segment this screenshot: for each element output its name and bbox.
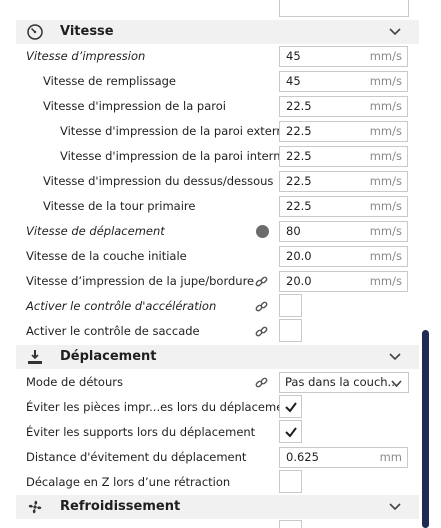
setting-label: Éviter les pièces impr...es lors du dépl… xyxy=(26,400,296,414)
setting-row-infill-speed: Vitesse de remplissage 45 mm/s xyxy=(0,69,420,94)
link-icon[interactable] xyxy=(255,300,268,316)
next-setting-checkbox[interactable] xyxy=(279,520,302,528)
setting-label: Vitesse d’impression de la jupe/bordure xyxy=(26,274,255,288)
chevron-down-icon xyxy=(389,351,401,366)
input-unit: mm/s xyxy=(369,274,402,288)
setting-row-inner-wall-speed: Vitesse d'impression de la paroi interne… xyxy=(0,144,420,169)
setting-label: Distance d'évitement du déplacement xyxy=(26,450,247,464)
setting-label: Vitesse de la tour primaire xyxy=(43,199,196,213)
input-value: 22.5 xyxy=(286,174,312,188)
input-value: 22.5 xyxy=(286,124,312,138)
info-icon[interactable] xyxy=(256,225,269,238)
checkmark-icon xyxy=(285,427,297,438)
section-title-speed: Vitesse xyxy=(60,24,114,39)
section-header-speed[interactable]: Vitesse xyxy=(16,20,419,44)
chevron-down-icon xyxy=(389,26,401,41)
input-value: 0.625 xyxy=(286,450,319,464)
input-unit: mm xyxy=(379,450,402,464)
z-hop-checkbox[interactable] xyxy=(279,470,302,493)
avoid-supports-checkbox[interactable] xyxy=(279,420,302,443)
previous-input-bottom[interactable] xyxy=(279,0,409,17)
input-value: 80 xyxy=(286,224,301,238)
section-title-cooling: Refroidissement xyxy=(60,499,181,514)
input-unit: mm/s xyxy=(369,49,402,63)
setting-label: Vitesse d'impression de la paroi xyxy=(43,99,226,113)
input-value: 22.5 xyxy=(286,99,312,113)
input-unit: mm/s xyxy=(369,224,402,238)
setting-row-z-hop: Décalage en Z lors d’une rétraction xyxy=(0,470,420,495)
setting-label: Mode de détours xyxy=(26,375,123,389)
setting-row-topbottom-speed: Vitesse d'impression du dessus/dessous 2… xyxy=(0,169,420,194)
fan-icon xyxy=(26,498,44,519)
avoid-distance-input[interactable]: 0.625 mm xyxy=(279,447,408,468)
setting-label: Décalage en Z lors d’une rétraction xyxy=(26,475,231,489)
setting-row-travel-speed: Vitesse de déplacement 80 mm/s xyxy=(0,219,420,244)
link-icon[interactable] xyxy=(255,325,268,341)
avoid-printed-parts-checkbox[interactable] xyxy=(279,395,302,418)
section-title-travel: Déplacement xyxy=(60,349,157,364)
setting-row-print-speed: Vitesse d’impression 45 mm/s xyxy=(0,44,420,69)
input-value: 20.0 xyxy=(286,249,312,263)
topbottom-speed-input[interactable]: 22.5 mm/s xyxy=(279,171,408,192)
accel-control-checkbox[interactable] xyxy=(279,294,302,317)
setting-row-avoid-supports: Éviter les supports lors du déplacement xyxy=(0,420,420,445)
input-unit: mm/s xyxy=(369,174,402,188)
speedometer-icon xyxy=(26,23,44,44)
section-header-cooling[interactable]: Refroidissement xyxy=(16,495,419,519)
input-unit: mm/s xyxy=(369,199,402,213)
link-icon[interactable] xyxy=(255,376,268,392)
print-speed-input[interactable]: 45 mm/s xyxy=(279,46,408,67)
setting-label: Vitesse d’impression xyxy=(26,49,146,63)
setting-row-skirt-brim-speed: Vitesse d’impression de la jupe/bordure … xyxy=(0,269,420,294)
setting-row-avoid-distance: Distance d'évitement du déplacement 0.62… xyxy=(0,445,420,470)
input-value: 20.0 xyxy=(286,274,312,288)
initial-layer-speed-input[interactable]: 20.0 mm/s xyxy=(279,246,408,267)
settings-panel: Vitesse Vitesse d’impression 45 mm/s Vite… xyxy=(0,0,441,528)
input-value: 45 xyxy=(286,49,301,63)
select-value: Pas dans la couch... xyxy=(285,375,399,389)
setting-label: Vitesse d'impression de la paroi externe xyxy=(60,124,291,138)
inner-wall-speed-input[interactable]: 22.5 mm/s xyxy=(279,146,408,167)
input-unit: mm/s xyxy=(369,74,402,88)
travel-icon xyxy=(26,348,44,369)
jerk-control-checkbox[interactable] xyxy=(279,319,302,342)
input-value: 22.5 xyxy=(286,199,312,213)
chevron-down-icon xyxy=(391,378,402,392)
setting-row-prime-tower-speed: Vitesse de la tour primaire 22.5 mm/s xyxy=(0,194,420,219)
setting-label: Activer le contrôle de saccade xyxy=(26,324,200,338)
wall-speed-input[interactable]: 22.5 mm/s xyxy=(279,96,408,117)
setting-label: Éviter les supports lors du déplacement xyxy=(26,425,256,439)
input-unit: mm/s xyxy=(369,149,402,163)
input-unit: mm/s xyxy=(369,249,402,263)
setting-row-wall-speed: Vitesse d'impression de la paroi 22.5 mm/… xyxy=(0,94,420,119)
input-value: 45 xyxy=(286,74,301,88)
input-unit: mm/s xyxy=(369,99,402,113)
input-value: 22.5 xyxy=(286,149,312,163)
setting-row-initial-layer-speed: Vitesse de la couche initiale 20.0 mm/s xyxy=(0,244,420,269)
combing-mode-select[interactable]: Pas dans la couch... xyxy=(279,372,409,393)
checkmark-icon xyxy=(285,402,297,413)
outer-wall-speed-input[interactable]: 22.5 mm/s xyxy=(279,121,408,142)
setting-label: Vitesse d'impression du dessus/dessous xyxy=(43,174,274,188)
travel-speed-input[interactable]: 80 mm/s xyxy=(279,221,408,242)
section-header-travel[interactable]: Déplacement xyxy=(16,345,419,369)
setting-row-accel-control: Activer le contrôle d'accélération xyxy=(0,294,420,319)
setting-row-outer-wall-speed: Vitesse d'impression de la paroi externe… xyxy=(0,119,420,144)
setting-label: Vitesse de la couche initiale xyxy=(26,249,187,263)
setting-row-avoid-printed-parts: Éviter les pièces impr...es lors du dépl… xyxy=(0,395,420,420)
setting-row-jerk-control: Activer le contrôle de saccade xyxy=(0,319,420,344)
input-unit: mm/s xyxy=(369,124,402,138)
setting-label: Vitesse de déplacement xyxy=(26,224,165,238)
setting-row-combing-mode: Mode de détours Pas dans la couch... xyxy=(0,370,420,395)
chevron-down-icon xyxy=(389,501,401,516)
infill-speed-input[interactable]: 45 mm/s xyxy=(279,71,408,92)
link-icon[interactable] xyxy=(255,275,268,291)
skirt-brim-speed-input[interactable]: 20.0 mm/s xyxy=(279,271,408,292)
setting-label: Vitesse d'impression de la paroi interne xyxy=(60,149,288,163)
prime-tower-speed-input[interactable]: 22.5 mm/s xyxy=(279,196,408,217)
setting-label: Activer le contrôle d'accélération xyxy=(26,299,217,313)
setting-label: Vitesse de remplissage xyxy=(43,74,176,88)
vertical-scrollbar[interactable] xyxy=(422,330,429,528)
